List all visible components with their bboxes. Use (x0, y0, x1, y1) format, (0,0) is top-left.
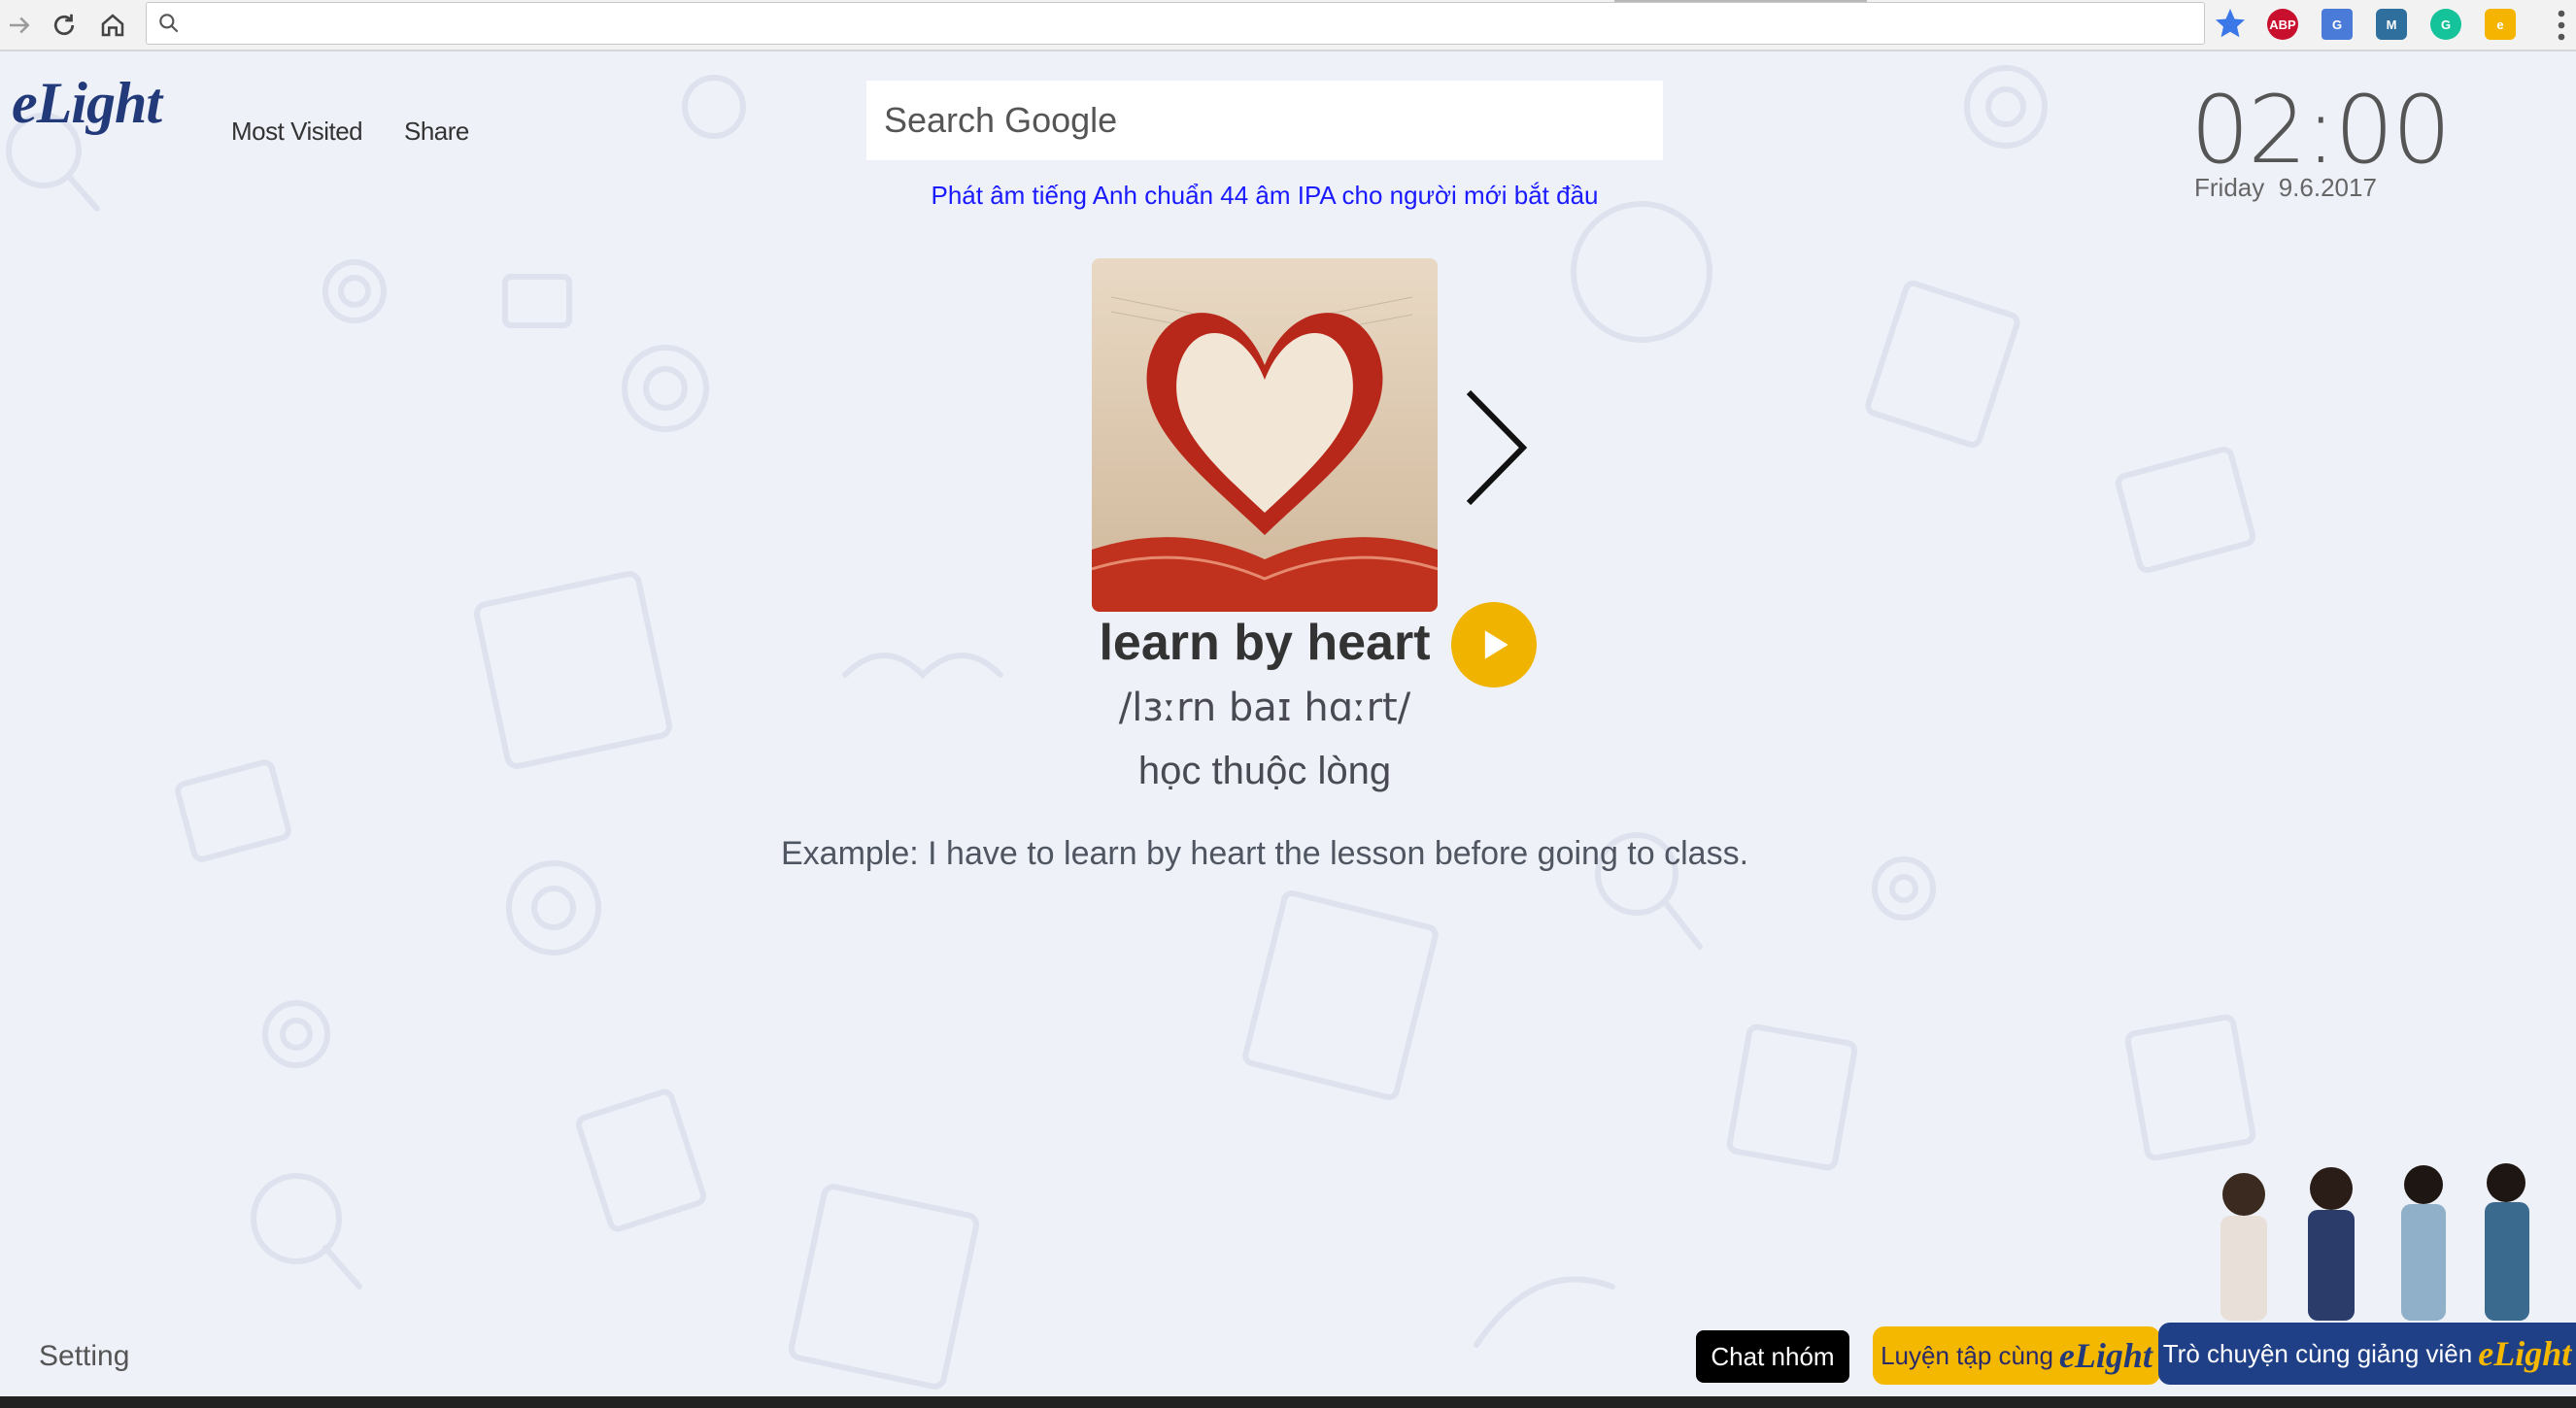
setting-link[interactable]: Setting (39, 1340, 129, 1373)
ipa-course-link[interactable]: Phát âm tiếng Anh chuẩn 44 âm IPA cho ng… (855, 181, 1675, 211)
practice-with-elight-button[interactable]: Luyện tập cùng eLight (1873, 1326, 2160, 1385)
google-translate-extension-icon[interactable]: G (2322, 9, 2353, 40)
elight-logo[interactable]: eLight (12, 70, 162, 137)
home-button[interactable] (93, 6, 132, 45)
search-icon (159, 14, 179, 33)
m-extension-icon[interactable]: M (2376, 9, 2407, 40)
grammarly-extension-icon[interactable]: G (2430, 9, 2461, 40)
bookmark-star-icon[interactable] (2213, 6, 2248, 41)
phonetic-transcription: /lɜːrn baɪ hɑːrt/ (1118, 686, 1411, 730)
next-word-arrow-icon[interactable] (1457, 385, 1535, 511)
address-input[interactable] (191, 7, 2138, 42)
forward-arrow-icon (10, 17, 30, 34)
reload-button[interactable] (45, 6, 84, 45)
teacher-label: Trò chuyện cùng giảng viên (2162, 1338, 2473, 1368)
address-bar[interactable] (146, 2, 2205, 45)
google-search-input[interactable] (866, 81, 1663, 160)
browser-menu-icon[interactable] (2555, 8, 2568, 43)
date-value: 9.6.2017 (2278, 173, 2377, 202)
most-visited-link[interactable]: Most Visited (231, 117, 363, 147)
share-link[interactable]: Share (404, 117, 469, 147)
example-sentence: Example: I have to learn by heart the le… (780, 835, 1749, 872)
home-icon (101, 14, 124, 37)
play-icon (1484, 630, 1508, 659)
clock-time: 02:00 (2190, 76, 2452, 184)
chat-group-button[interactable]: Chat nhóm (1696, 1330, 1849, 1383)
adblock-extension-icon[interactable]: ABP (2267, 9, 2298, 40)
clock-date: Friday 9.6.2017 (2194, 173, 2377, 203)
word-meaning: học thuộc lòng (1137, 750, 1392, 792)
teacher-brand: eLight (2478, 1334, 2572, 1373)
teachers-photo (2220, 1163, 2529, 1321)
forward-button[interactable] (0, 6, 39, 45)
vocabulary-word: learn by heart (1099, 615, 1431, 671)
chat-with-teacher-button[interactable]: Trò chuyện cùng giảng viên eLight (2158, 1323, 2576, 1385)
elight-extension-icon[interactable]: e (2485, 9, 2516, 40)
play-pronunciation-button[interactable] (1451, 602, 1537, 687)
reload-icon (53, 14, 75, 36)
day-name: Friday (2194, 173, 2265, 202)
word-image (1092, 258, 1438, 612)
practice-brand: eLight (2058, 1336, 2152, 1375)
practice-label: Luyện tập cùng (1881, 1340, 2053, 1370)
heart-book-image (1092, 258, 1438, 612)
browser-toolbar: ABP G M G e (0, 0, 2576, 51)
taskbar-edge (0, 1396, 2576, 1408)
